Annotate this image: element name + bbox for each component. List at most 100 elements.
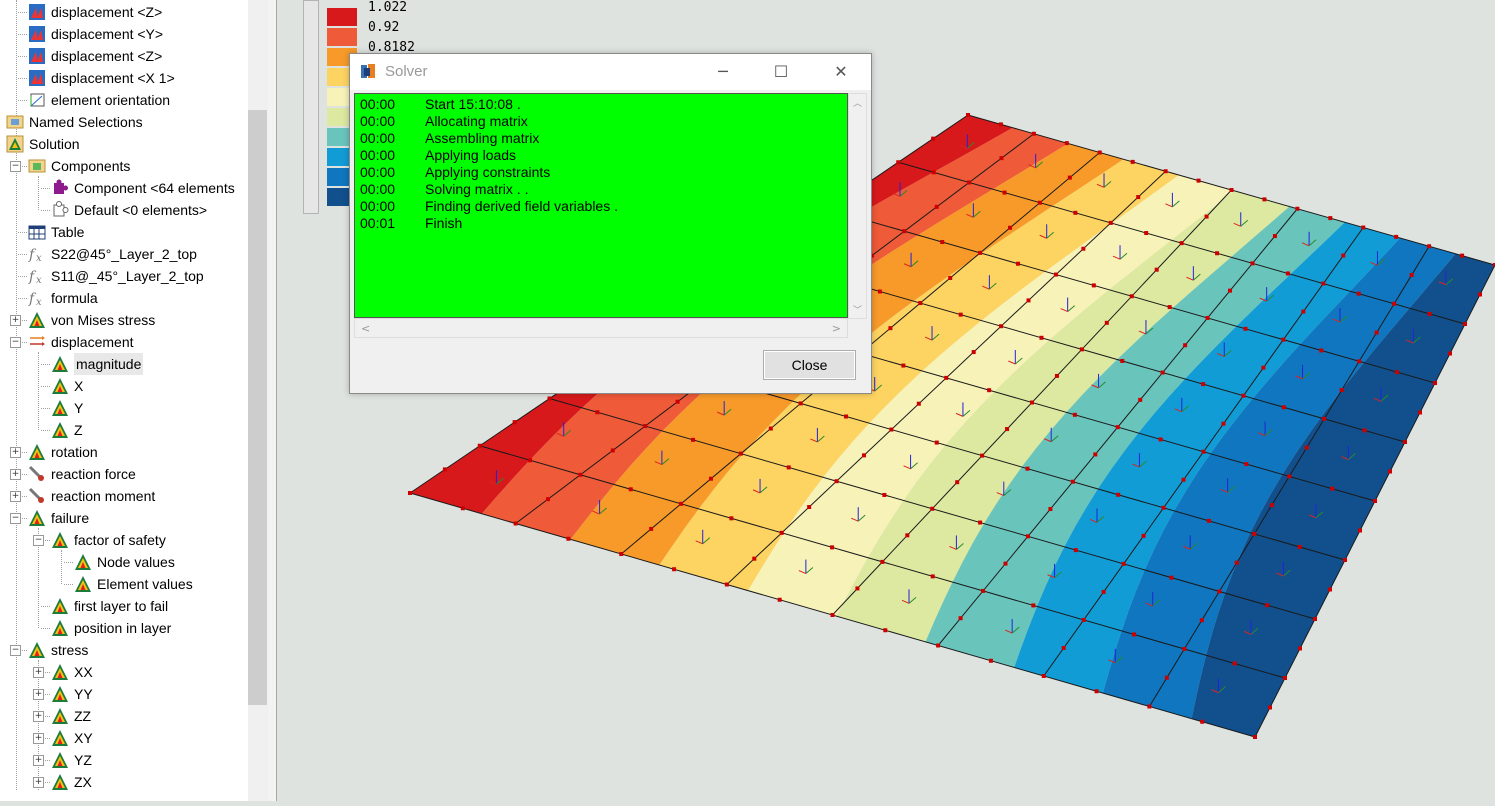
- node-marker: [1081, 617, 1086, 622]
- maximize-icon[interactable]: ☐: [758, 58, 804, 86]
- node-marker: [1039, 335, 1044, 340]
- collapse-icon[interactable]: −: [10, 337, 21, 348]
- tree-item[interactable]: + YZ: [0, 749, 248, 771]
- scroll-right-icon[interactable]: >: [832, 322, 841, 335]
- tree-item[interactable]: first layer to fail: [0, 595, 248, 617]
- close-window-icon[interactable]: ✕: [818, 58, 864, 86]
- expand-icon[interactable]: +: [10, 491, 21, 502]
- collapse-icon[interactable]: −: [10, 161, 21, 172]
- node-marker: [1108, 220, 1113, 225]
- tree-item[interactable]: Element values: [0, 573, 248, 595]
- model-tree[interactable]: displacement <Z> displacement <Y> displace…: [0, 0, 248, 801]
- tree-item[interactable]: + YY: [0, 683, 248, 705]
- tree-item[interactable]: − stress: [0, 639, 248, 661]
- tree-item[interactable]: − Components: [0, 155, 248, 177]
- expand-icon[interactable]: +: [10, 469, 21, 480]
- tree-item[interactable]: + ZX: [0, 771, 248, 793]
- tree-item[interactable]: f x S11@_45°_Layer_2_top: [0, 265, 248, 287]
- expand-icon[interactable]: +: [33, 689, 44, 700]
- dialog-titlebar[interactable]: Solver ─ ☐ ✕: [350, 54, 871, 90]
- tree-item[interactable]: + reaction force: [0, 463, 248, 485]
- node-marker: [752, 556, 757, 561]
- node-marker: [1147, 704, 1152, 709]
- tree-item[interactable]: + reaction moment: [0, 485, 248, 507]
- expand-icon[interactable]: +: [33, 777, 44, 788]
- node-marker: [1164, 675, 1169, 680]
- tree-item[interactable]: displacement <X 1>: [0, 67, 248, 89]
- node-marker: [1183, 343, 1188, 348]
- tree-item[interactable]: Named Selections: [0, 111, 248, 133]
- tree-scrollbar[interactable]: [248, 0, 268, 801]
- expand-icon[interactable]: +: [10, 315, 21, 326]
- tree-item[interactable]: f x formula: [0, 287, 248, 309]
- tree-item[interactable]: Node values: [0, 551, 248, 573]
- expand-icon[interactable]: +: [33, 667, 44, 678]
- tree-item[interactable]: − displacement: [0, 331, 248, 353]
- result-triangle-icon: [51, 531, 69, 549]
- tree-item[interactable]: + XY: [0, 727, 248, 749]
- tree-item[interactable]: Y: [0, 397, 248, 419]
- log-horizontal-scrollbar[interactable]: < >: [354, 318, 848, 338]
- tree-item[interactable]: Z: [0, 419, 248, 441]
- expand-icon[interactable]: +: [33, 733, 44, 744]
- close-button[interactable]: Close: [763, 350, 856, 380]
- collapse-icon[interactable]: −: [33, 535, 44, 546]
- tree-item[interactable]: Component <64 elements: [0, 177, 248, 199]
- scroll-up-icon[interactable]: ︿: [853, 96, 862, 109]
- result-triangle-icon: [51, 421, 69, 439]
- expand-icon[interactable]: +: [10, 447, 21, 458]
- scroll-down-icon[interactable]: ﹀: [853, 303, 862, 316]
- legend-slider-track[interactable]: [303, 0, 319, 214]
- tree-item-label: S11@_45°_Layer_2_top: [51, 268, 204, 284]
- log-vertical-scrollbar[interactable]: ︿ ﹀: [848, 93, 867, 319]
- collapse-icon[interactable]: −: [10, 645, 21, 656]
- node-marker: [691, 437, 696, 442]
- tree-item[interactable]: Default <0 elements>: [0, 199, 248, 221]
- tree-item[interactable]: − factor of safety: [0, 529, 248, 551]
- node-marker: [1409, 273, 1414, 278]
- tree-item-label: Element values: [97, 576, 193, 592]
- tree-item[interactable]: + ZZ: [0, 705, 248, 727]
- node-marker: [930, 574, 935, 579]
- tree-item[interactable]: + XX: [0, 661, 248, 683]
- tree-item[interactable]: displacement <Z>: [0, 45, 248, 67]
- node-marker: [1343, 558, 1347, 562]
- tree-item[interactable]: Table: [0, 221, 248, 243]
- tree-item[interactable]: f x S22@45°_Layer_2_top: [0, 243, 248, 265]
- tree-item[interactable]: element orientation: [0, 89, 248, 111]
- node-marker: [1478, 292, 1482, 297]
- minimize-icon[interactable]: ─: [700, 58, 746, 86]
- tree-connector: [18, 276, 27, 277]
- panel-splitter[interactable]: [268, 0, 277, 801]
- reaction-icon: [28, 465, 46, 483]
- node-marker: [1285, 271, 1290, 276]
- tree-item[interactable]: position in layer: [0, 617, 248, 639]
- expand-icon[interactable]: +: [33, 755, 44, 766]
- tree-scrollbar-thumb[interactable]: [248, 110, 267, 705]
- scroll-left-icon[interactable]: <: [361, 322, 370, 335]
- tree-item[interactable]: + rotation: [0, 441, 248, 463]
- tree-item-label: Component <64 elements: [74, 180, 235, 196]
- node-marker: [528, 458, 533, 463]
- node-marker: [1070, 479, 1075, 484]
- node-marker: [1116, 492, 1121, 497]
- tree-item-label: Default <0 elements>: [74, 202, 208, 218]
- node-marker: [1167, 305, 1172, 310]
- solver-log[interactable]: 00:00 Start 15:10:08 . 00:00 Allocating mat…: [354, 93, 848, 318]
- tree-item[interactable]: Solution: [0, 133, 248, 155]
- tree-item-label: YZ: [74, 752, 92, 768]
- legend-value: 0.92: [368, 20, 400, 35]
- node-marker: [1301, 309, 1306, 314]
- tree-item[interactable]: X: [0, 375, 248, 397]
- tree-item-label: displacement <X 1>: [51, 70, 175, 86]
- tree-item[interactable]: magnitude: [0, 353, 248, 375]
- tree-item-label: Named Selections: [29, 114, 143, 130]
- tree-item[interactable]: displacement <Y>: [0, 23, 248, 45]
- node-marker: [981, 588, 986, 593]
- tree-item[interactable]: displacement <Z>: [0, 1, 248, 23]
- tree-item[interactable]: − failure: [0, 507, 248, 529]
- tree-item[interactable]: + von Mises stress: [0, 309, 248, 331]
- expand-icon[interactable]: +: [33, 711, 44, 722]
- node-marker: [944, 375, 949, 380]
- collapse-icon[interactable]: −: [10, 513, 21, 524]
